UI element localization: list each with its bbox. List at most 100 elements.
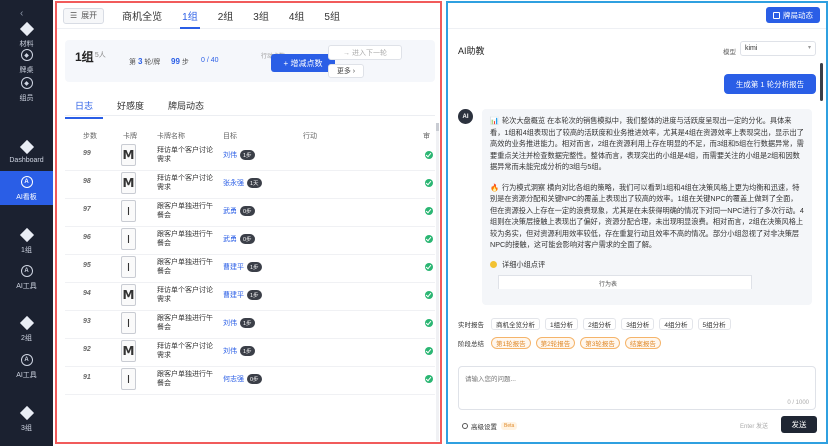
card-thumbnail[interactable]: M bbox=[121, 284, 136, 306]
log-scrollbar[interactable] bbox=[436, 123, 439, 441]
check-circle-icon bbox=[425, 319, 433, 327]
chip-group-5-analysis[interactable]: 5组分析 bbox=[697, 318, 731, 330]
chip-round-3-report[interactable]: 第3轮报告 bbox=[580, 337, 620, 349]
gear-icon bbox=[462, 423, 468, 429]
card-name: 跟客户单独进行午餐会 bbox=[157, 259, 213, 275]
diamond-icon bbox=[19, 405, 34, 421]
check-circle-icon bbox=[425, 347, 433, 355]
tab-group-3[interactable]: 3组 bbox=[253, 3, 269, 29]
question-input-box: 0 / 1000 bbox=[458, 366, 816, 410]
target-link[interactable]: 刘伟 1步 bbox=[223, 346, 255, 356]
step-number: 93 bbox=[83, 318, 91, 325]
response-paragraph: 📊 轮次大盘概览 在本轮次的销售模拟中，我们整体的进度与活跃度呈现出一定的分化。具… bbox=[490, 116, 804, 171]
detail-heading: 详细小组点评 bbox=[490, 260, 804, 270]
log-scrollbar-thumb[interactable] bbox=[436, 123, 439, 131]
card-thumbnail[interactable]: M bbox=[121, 144, 136, 166]
card-name: 跟客户单独进行午餐会 bbox=[157, 203, 213, 219]
sidebar-item-dashboard[interactable]: Dashboard bbox=[0, 139, 53, 164]
diamond-icon bbox=[19, 315, 34, 331]
check-circle-icon bbox=[425, 207, 433, 215]
target-link[interactable]: 武勇 0步 bbox=[223, 234, 255, 244]
sidebar-item-ai-board[interactable]: A AI看板 bbox=[0, 171, 53, 205]
realtime-report-row: 实时报告 商机全览分析 1组分析 2组分析 3组分析 4组分析 5组分析 bbox=[458, 318, 736, 330]
tab-overview[interactable]: 商机全览 bbox=[122, 3, 162, 29]
step-number: 95 bbox=[83, 262, 91, 269]
table-row[interactable]: 96 I 跟客户单独进行午餐会 武勇 0步 bbox=[65, 227, 435, 255]
badge-icon: ◆ bbox=[20, 48, 34, 62]
expand-button[interactable]: ☰ 展开 bbox=[63, 7, 105, 24]
sidebar-item-materials[interactable]: 材料 bbox=[0, 21, 53, 49]
table-row[interactable]: 95 I 跟客户单独进行午餐会 曹建平 1步 bbox=[65, 255, 435, 283]
model-select[interactable]: kimi ▾ bbox=[740, 41, 816, 56]
chip-round-2-report[interactable]: 第2轮报告 bbox=[535, 337, 576, 349]
chip-overview-analysis[interactable]: 商机全览分析 bbox=[491, 318, 540, 330]
game-activity-button[interactable]: 牌局动态 bbox=[766, 7, 820, 23]
target-link[interactable]: 刘伟 1步 bbox=[223, 318, 255, 328]
table-row[interactable]: 91 I 跟客户单独进行午餐会 何志强 0步 bbox=[65, 367, 435, 395]
card-thumbnail[interactable]: I bbox=[121, 200, 136, 222]
char-counter: 0 / 1000 bbox=[787, 400, 809, 406]
chip-group-3-analysis[interactable]: 3组分析 bbox=[621, 318, 655, 330]
chip-group-4-analysis[interactable]: 4组分析 bbox=[659, 318, 693, 330]
chip-final-report[interactable]: 结案报告 bbox=[624, 337, 661, 349]
target-link[interactable]: 曹建平 1步 bbox=[223, 290, 262, 300]
target-link[interactable]: 刘伟 1步 bbox=[223, 150, 255, 160]
target-link[interactable]: 曹建平 1步 bbox=[223, 262, 262, 272]
tab-group-2[interactable]: 2组 bbox=[218, 3, 234, 29]
tab-group-1[interactable]: 1组 bbox=[180, 3, 200, 29]
sidebar-item-ai-tool-1[interactable]: A AI工具 bbox=[0, 264, 53, 291]
chip-round-1-report[interactable]: 第1轮报告 bbox=[491, 337, 531, 349]
card-thumbnail[interactable]: M bbox=[121, 172, 136, 194]
chat-scrollbar-thumb[interactable] bbox=[820, 63, 823, 101]
card-thumbnail[interactable]: I bbox=[121, 228, 136, 250]
question-input[interactable] bbox=[459, 367, 815, 409]
column-header-review: 审 bbox=[423, 133, 430, 140]
target-link[interactable]: 何志强 0步 bbox=[223, 374, 262, 384]
target-link[interactable]: 武勇 0步 bbox=[223, 206, 255, 216]
card-thumbnail[interactable]: M bbox=[121, 340, 136, 362]
assistant-topbar: 牌局动态 bbox=[448, 3, 826, 29]
action-points-value: 0 / 40 bbox=[201, 57, 219, 64]
chip-group-1-analysis[interactable]: 1组分析 bbox=[545, 318, 579, 330]
advanced-settings[interactable]: 高级设置 Beta bbox=[462, 421, 518, 431]
ai-icon: A bbox=[20, 353, 34, 367]
check-circle-icon bbox=[425, 179, 433, 187]
sidebar-item-group-1[interactable]: 1组 bbox=[0, 227, 53, 255]
adjust-points-button[interactable]: + 增减点数 bbox=[271, 54, 335, 72]
chevron-down-icon: ▾ bbox=[807, 45, 811, 51]
ai-icon: A bbox=[20, 264, 34, 278]
sidebar-item-group-2[interactable]: 2组 bbox=[0, 315, 53, 343]
sidebar-item-members[interactable]: ◆ 组员 bbox=[0, 76, 53, 103]
column-header-action: 行动 bbox=[303, 133, 317, 140]
step-number: 98 bbox=[83, 178, 91, 185]
card-thumbnail[interactable]: I bbox=[121, 256, 136, 278]
target-link[interactable]: 张永强 1天 bbox=[223, 178, 262, 188]
step-tag: 0步 bbox=[240, 234, 255, 244]
table-row[interactable]: 94 M 拜访单个客户讨论需求 曹建平 1步 bbox=[65, 283, 435, 311]
tab-group-5[interactable]: 5组 bbox=[324, 3, 340, 29]
more-button[interactable]: 更多 › bbox=[328, 64, 364, 78]
stage-summary-row: 阶段总结 第1轮报告 第2轮报告 第3轮报告 结案报告 bbox=[458, 337, 666, 349]
sidebar-item-group-3[interactable]: 3组 bbox=[0, 405, 53, 433]
table-row[interactable]: 97 I 跟客户单独进行午餐会 武勇 0步 bbox=[65, 199, 435, 227]
next-round-button[interactable]: → 进入下一轮 bbox=[328, 45, 402, 60]
card-name: 拜访单个客户讨论需求 bbox=[157, 343, 213, 359]
lightbulb-icon bbox=[490, 261, 497, 268]
tab-group-4[interactable]: 4组 bbox=[289, 3, 305, 29]
card-thumbnail[interactable]: I bbox=[121, 368, 136, 390]
table-row[interactable]: 98 M 拜访单个客户讨论需求 张永强 1天 bbox=[65, 171, 435, 199]
table-row[interactable]: 92 M 拜访单个客户讨论需求 刘伟 1步 bbox=[65, 339, 435, 367]
sidebar-item-ai-tool-2[interactable]: A AI工具 bbox=[0, 353, 53, 380]
step-number: 99 bbox=[83, 150, 91, 157]
ai-avatar: AI bbox=[458, 109, 473, 124]
table-row[interactable]: 93 I 跟客户单独进行午餐会 刘伟 1步 bbox=[65, 311, 435, 339]
sidebar-item-table[interactable]: ◆ 牌桌 bbox=[0, 48, 53, 75]
diamond-icon bbox=[19, 21, 34, 37]
table-row[interactable]: 99 M 拜访单个客户讨论需求 刘伟 1步 bbox=[65, 143, 435, 171]
send-button[interactable]: 发送 bbox=[781, 416, 817, 433]
chip-group-2-analysis[interactable]: 2组分析 bbox=[583, 318, 617, 330]
card-thumbnail[interactable]: I bbox=[121, 312, 136, 334]
collapse-chevron-icon[interactable]: ‹ bbox=[20, 8, 23, 19]
diamond-icon bbox=[19, 139, 34, 155]
column-header-target: 目标 bbox=[223, 133, 237, 140]
